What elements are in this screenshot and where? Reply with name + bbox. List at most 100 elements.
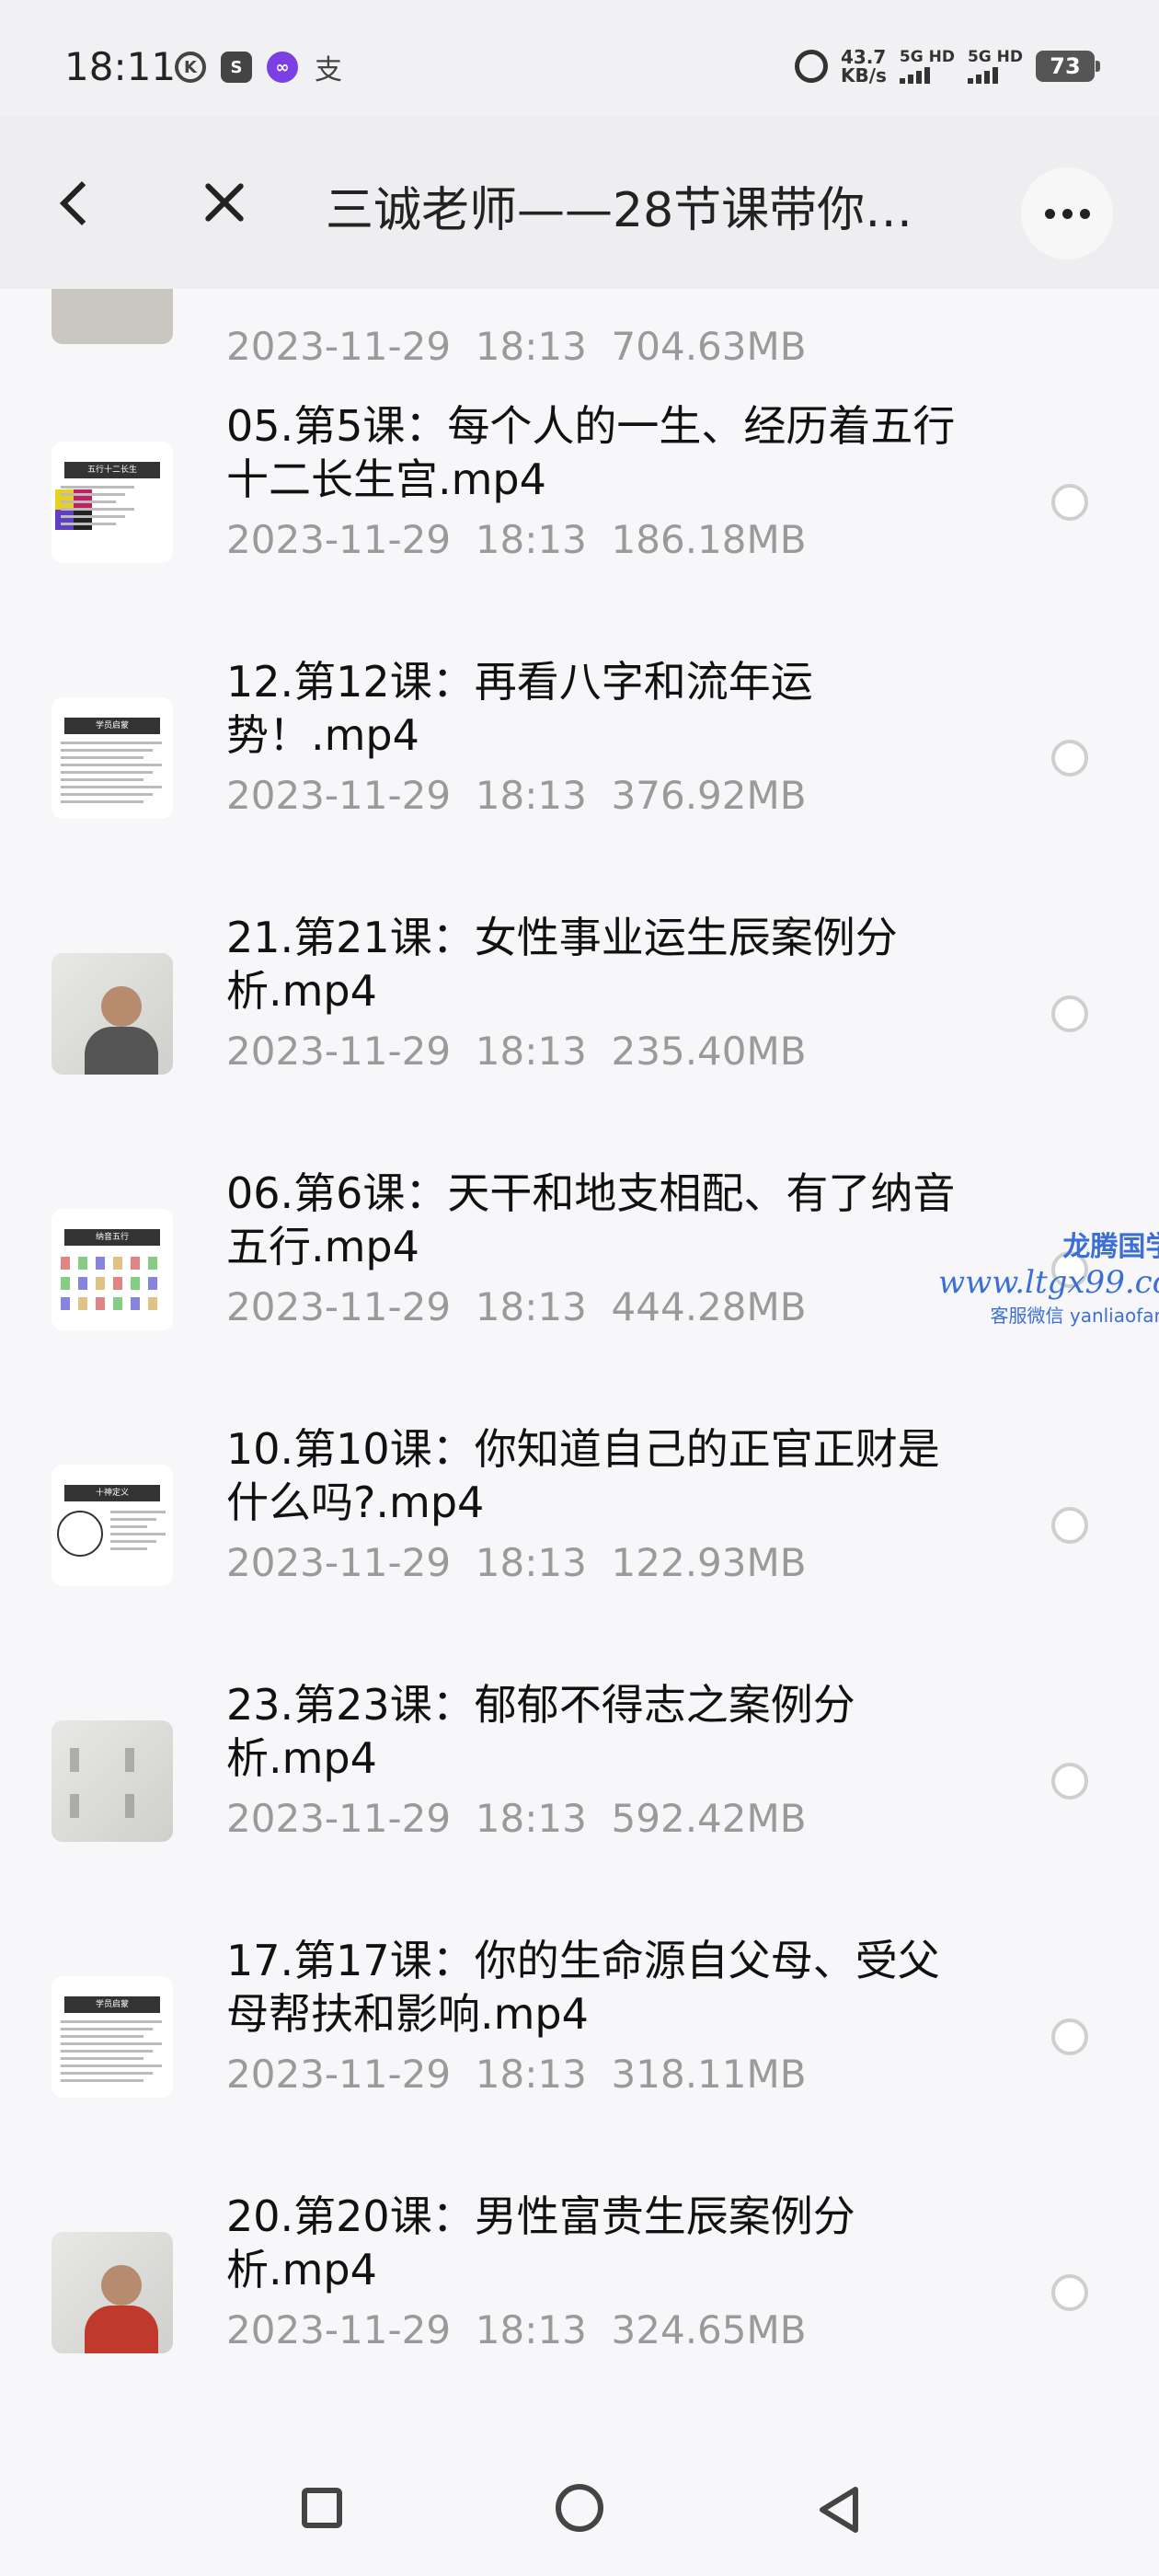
select-radio[interactable]: [1051, 484, 1088, 521]
file-meta: 2023-11-29 18:13 444.28MB: [226, 1284, 807, 1329]
select-radio[interactable]: [1051, 995, 1088, 1032]
file-name: 17.第17课：你的生命源自父母、受父母帮扶和影响.mp4: [226, 1936, 940, 2039]
table-cell: [148, 1297, 157, 1310]
scissors-app-icon: S: [221, 52, 252, 83]
file-meta: 2023-11-29 18:13 592.42MB: [226, 1796, 807, 1841]
back-button[interactable]: [55, 175, 99, 230]
thumbnail-title: 纳音五行: [64, 1229, 160, 1246]
text-line: [110, 1511, 166, 1513]
page-title: 三诚老师——28节课带你…: [326, 183, 913, 238]
text-line: [61, 2064, 162, 2067]
back-triangle-button[interactable]: [813, 2484, 865, 2536]
select-radio[interactable]: [1051, 740, 1088, 776]
watermark: 龙腾国学网 www.ltgx99.com 客服微信 yanliaofan225: [938, 1224, 1159, 1328]
signal-sim2: 5G HD: [967, 49, 1023, 84]
file-name: 05.第5课：每个人的一生、经历着五行十二长生宫.mp4: [226, 401, 956, 504]
file-name: 21.第21课：女性事业运生辰案例分析.mp4: [226, 913, 898, 1016]
text-line: [61, 2042, 162, 2045]
text-line: [61, 508, 134, 511]
text-line: [61, 800, 143, 803]
k-app-icon: K: [175, 52, 206, 83]
video-thumbnail: [52, 953, 173, 1075]
text-line: [61, 749, 153, 752]
list-item[interactable]: 23.第23课：郁郁不得志之案例分析.mp4 2023-11-29 18:13 5…: [0, 1678, 1159, 1934]
file-name: 10.第10课：你知道自己的正官正财是什么吗?.mp4: [226, 1424, 940, 1527]
network-speed-unit: KB/s: [840, 64, 887, 86]
text-line: [61, 793, 153, 796]
close-button[interactable]: [199, 177, 250, 228]
table-cell: [61, 1277, 70, 1290]
text-line: [61, 2072, 153, 2075]
recent-apps-button[interactable]: [302, 2488, 342, 2528]
text-line: [61, 2020, 162, 2023]
board-mark: [70, 1794, 79, 1818]
list-item[interactable]: 21.第21课：女性事业运生辰案例分析.mp4 2023-11-29 18:13 …: [0, 911, 1159, 1167]
list-item[interactable]: 十神定义 10.第10课：你知道自己的正官正财是什么吗?.mp4 2023-11-2…: [0, 1422, 1159, 1678]
thumbnail-title: 五行十二长生: [64, 462, 160, 478]
table-cell: [96, 1257, 105, 1270]
video-thumbnail: 五行十二长生: [52, 442, 173, 563]
status-notification-icons: K S ∞ 支: [175, 52, 344, 86]
list-item[interactable]: 学员启蒙 12.第12课：再看八字和流年运势！.mp4 2023-11-29 18:…: [0, 655, 1159, 911]
file-list[interactable]: 2023-11-29 18:13 704.63MB 五行十二长生 05.第5课：每…: [0, 289, 1159, 2414]
list-item-partial[interactable]: 2023-11-29 18:13 704.63MB: [0, 289, 1159, 381]
more-options-button[interactable]: [1021, 167, 1113, 259]
list-item[interactable]: 20.第20课：男性富贵生辰案例分析.mp4 2023-11-29 18:13 3…: [0, 2190, 1159, 2414]
text-line: [61, 2050, 153, 2053]
file-meta: 2023-11-29 18:13 235.40MB: [226, 1029, 807, 1074]
home-button[interactable]: [556, 2484, 603, 2532]
signal-bars-icon: [899, 65, 955, 84]
list-item[interactable]: 学员启蒙 17.第17课：你的生命源自父母、受父母帮扶和影响.mp4 2023-11…: [0, 1934, 1159, 2190]
table-cell: [113, 1257, 122, 1270]
select-radio[interactable]: [1051, 1763, 1088, 1800]
text-line: [61, 786, 162, 788]
list-item[interactable]: 五行十二长生 05.第5课：每个人的一生、经历着五行十二长生宫.mp4 2023-1…: [0, 399, 1159, 655]
status-right-icons: 43.7 KB/s 5G HD 5G HD 73: [794, 48, 1100, 85]
file-meta: 2023-11-29 18:13 318.11MB: [226, 2052, 807, 2097]
text-line: [61, 2035, 143, 2038]
file-meta: 2023-11-29 18:13 122.93MB: [226, 1540, 807, 1585]
file-name: 20.第20课：男性富贵生辰案例分析.mp4: [226, 2191, 855, 2294]
network-speed: 43.7 KB/s: [841, 48, 887, 85]
color-block: [74, 510, 92, 530]
text-line: [61, 493, 125, 496]
text-line: [61, 523, 116, 525]
file-meta: 2023-11-29 18:13 376.92MB: [226, 773, 807, 818]
status-time: 18:11: [64, 44, 177, 89]
watermark-site-name: 龙腾国学网: [1062, 1231, 1159, 1263]
table-cell: [131, 1257, 140, 1270]
table-cell: [96, 1297, 105, 1310]
table-cell: [78, 1297, 87, 1310]
dot-icon: [1061, 208, 1073, 219]
text-line: [61, 756, 143, 759]
text-line: [61, 2057, 143, 2060]
video-thumbnail: [52, 1720, 173, 1842]
person-head: [101, 986, 142, 1027]
signal-sim1: 5G HD: [899, 49, 955, 84]
infinity-app-icon: ∞: [267, 52, 298, 83]
thumbnail-title: 学员启蒙: [64, 718, 160, 734]
text-line: [110, 1547, 147, 1550]
person-figure: [85, 1027, 158, 1075]
table-cell: [96, 1277, 105, 1290]
alipay-icon: 支: [315, 54, 342, 86]
select-radio[interactable]: [1051, 2274, 1088, 2311]
file-meta: 2023-11-29 18:13 186.18MB: [226, 517, 807, 562]
video-thumbnail: 十神定义: [52, 1465, 173, 1586]
select-radio[interactable]: [1051, 2018, 1088, 2055]
select-radio[interactable]: [1051, 1507, 1088, 1544]
table-cell: [113, 1277, 122, 1290]
table-cell: [148, 1277, 157, 1290]
watermark-contact: 客服微信 yanliaofan225: [990, 1305, 1159, 1327]
video-thumbnail: [52, 2232, 173, 2353]
table-cell: [148, 1257, 157, 1270]
top-app-bar: 三诚老师——28节课带你…: [0, 116, 1159, 289]
video-thumbnail: 纳音五行: [52, 1209, 173, 1330]
table-cell: [78, 1277, 87, 1290]
text-line: [61, 742, 162, 744]
file-name: 23.第23课：郁郁不得志之案例分析.mp4: [226, 1680, 855, 1783]
table-cell: [113, 1297, 122, 1310]
table-cell: [131, 1297, 140, 1310]
file-meta: 2023-11-29 18:13 324.65MB: [226, 2307, 807, 2352]
text-line: [61, 764, 162, 766]
